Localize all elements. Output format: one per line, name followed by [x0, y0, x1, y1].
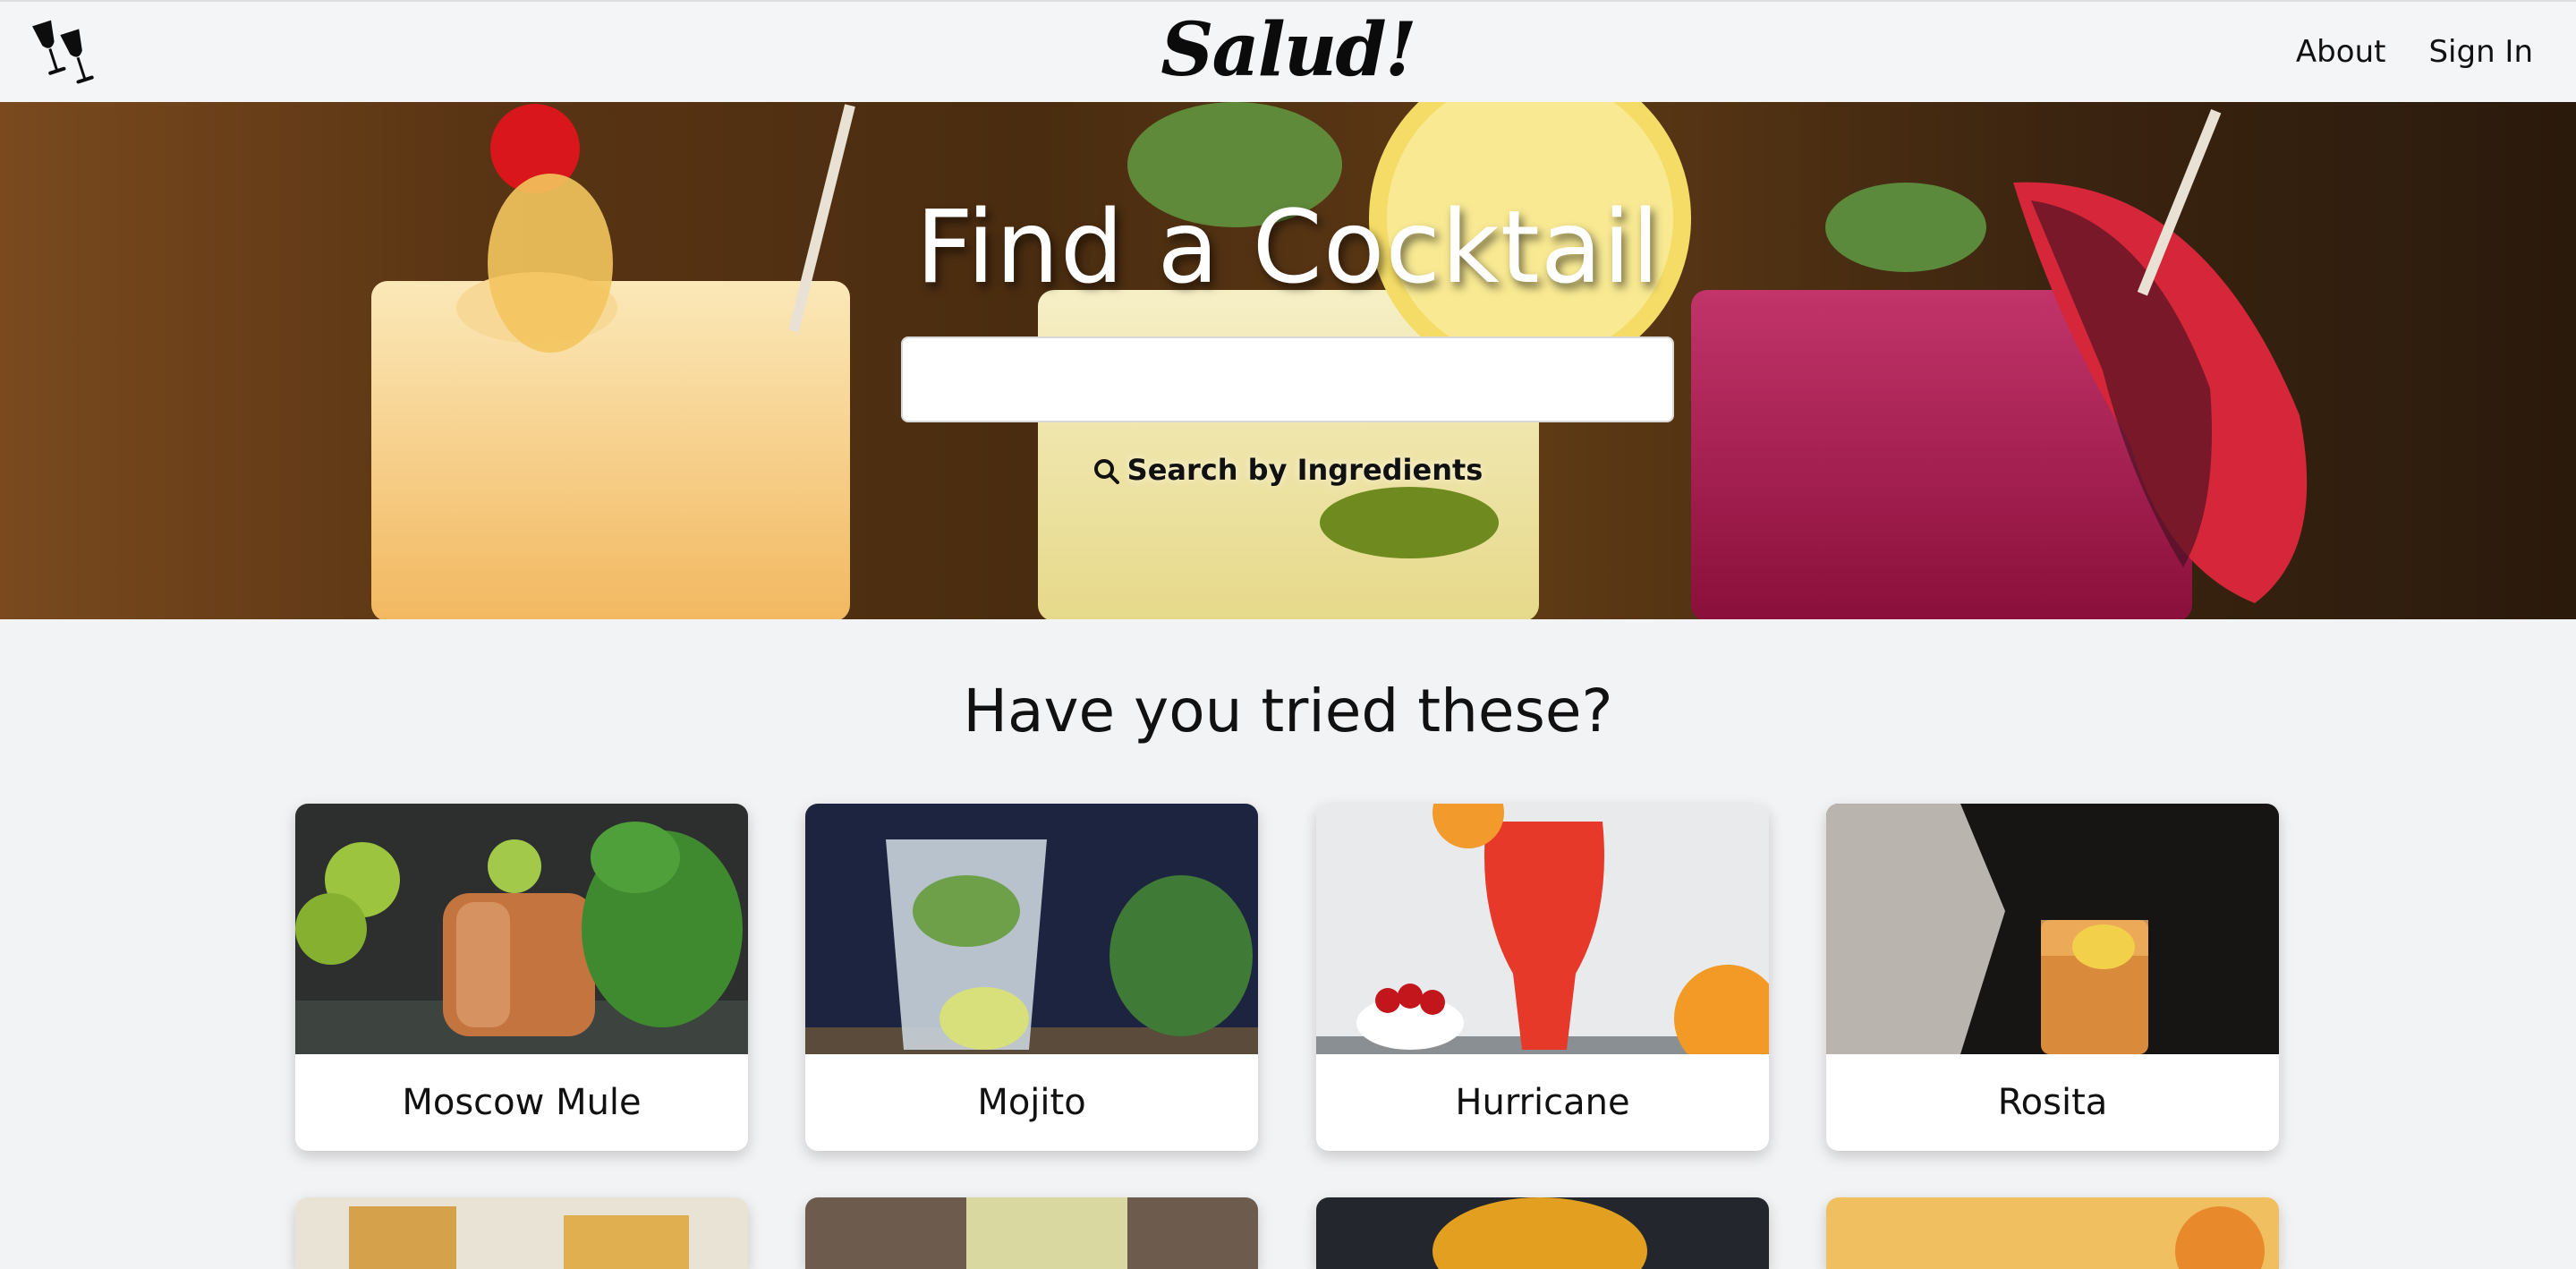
- brand-title[interactable]: Salud!: [0, 7, 2576, 93]
- rosita-image: [1826, 804, 2279, 1054]
- nav-links: About Sign In: [2296, 34, 2533, 70]
- cocktail-card-partial-image: [805, 1197, 1258, 1269]
- cocktail-search-input[interactable]: [901, 336, 1674, 422]
- nav-link-sign-in[interactable]: Sign In: [2428, 34, 2533, 70]
- cocktail-card-mojito[interactable]: Mojito: [805, 804, 1258, 1151]
- cocktail-card-name: Moscow Mule: [402, 1082, 642, 1123]
- search-by-ingredients-link[interactable]: Search by Ingredients: [0, 453, 2576, 487]
- cocktail-card-moscow-mule[interactable]: Moscow Mule: [295, 804, 748, 1151]
- cocktail-card-partial[interactable]: [805, 1197, 1258, 1269]
- cocktail-card-name: Hurricane: [1455, 1082, 1630, 1123]
- cocktail-card-partial-image: [1826, 1197, 2279, 1269]
- cocktail-card-name: Rosita: [1997, 1082, 2108, 1123]
- cocktail-card-partial[interactable]: [1826, 1197, 2279, 1269]
- search-by-ingredients-label: Search by Ingredients: [1126, 453, 1484, 487]
- cocktail-card-partial[interactable]: [1316, 1197, 1769, 1269]
- moscow-mule-image: [295, 804, 748, 1054]
- nav-link-about[interactable]: About: [2296, 34, 2386, 70]
- hero-title: Find a Cocktail: [915, 190, 1661, 306]
- cocktail-card-partial-image: [1316, 1197, 1769, 1269]
- mojito-image: [805, 804, 1258, 1054]
- navbar: Salud! About Sign In: [0, 0, 2576, 102]
- section-title: Have you tried these?: [963, 677, 1613, 745]
- cocktail-card-name: Mojito: [977, 1082, 1086, 1123]
- cocktail-card-rosita[interactable]: Rosita: [1826, 804, 2279, 1151]
- hurricane-image: [1316, 804, 1769, 1054]
- cocktail-card-hurricane[interactable]: Hurricane: [1316, 804, 1769, 1151]
- cocktail-card-partial-image: [295, 1197, 748, 1269]
- cocktail-card-partial[interactable]: [295, 1197, 748, 1269]
- hero-banner: Find a Cocktail Search by Ingredients: [0, 102, 2576, 619]
- search-icon: [1093, 459, 1119, 484]
